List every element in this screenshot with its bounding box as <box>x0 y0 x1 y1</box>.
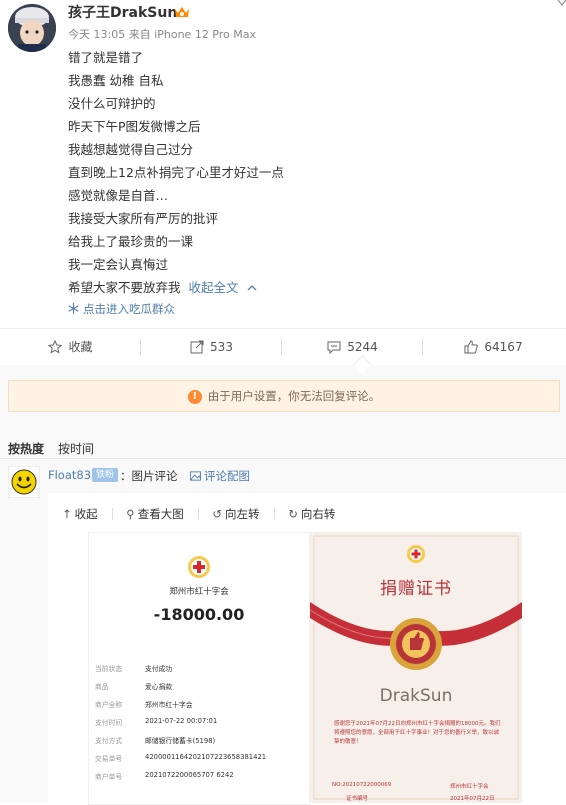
image-icon <box>190 471 201 481</box>
certificate-decoration <box>310 535 522 800</box>
collapse-fulltext-link[interactable]: 收起全文 <box>189 280 257 295</box>
action-bar: 收藏 533 5244 64167 <box>0 328 566 366</box>
post-line: 给我上了最珍贵的一课 <box>68 234 194 249</box>
receipt-org: 郑州市红十字会 <box>169 587 229 597</box>
viewer-toolbar: ↑ 收起 ⚲ 查看大图 ↺ 向左转 ↻ 向右转 <box>62 506 349 522</box>
receipt-row: 商品 爱心捐款 <box>95 683 173 691</box>
post-last-line: 希望大家不要放弃我 <box>68 280 181 295</box>
chevron-up-icon <box>247 285 256 291</box>
post-text: 错了就是错了 我愚蠢 幼稚 自私 没什么可辩护的 昨天下午P图发微博之后 我越想… <box>68 46 284 299</box>
certificate-number: NO:20210722000069 <box>332 782 392 788</box>
post-line: 希望大家不要放弃我 收起全文 <box>68 276 284 299</box>
receipt-row: 商户全称 郑州市红十字会 <box>95 701 193 709</box>
certificate-issuer: 郑州市红十字会 <box>450 784 489 790</box>
post-line: 我一定会认真悔过 <box>68 257 169 272</box>
comment-icon <box>327 341 341 355</box>
snowflake-icon <box>68 303 79 314</box>
post-meta: 今天 13:05 来自 iPhone 12 Pro Max <box>68 28 256 41</box>
repost-button[interactable]: 533 <box>141 329 282 365</box>
receipt-row: 支付方式 邮储银行储蓄卡(5198) <box>95 737 216 745</box>
post-line: 我越想越觉得自己过分 <box>68 142 194 157</box>
red-cross-logo <box>187 555 211 583</box>
post-line: 直到晚上12点补捐完了心里才好过一点 <box>68 165 284 180</box>
divider <box>0 458 566 459</box>
more-options-icon[interactable] <box>556 0 566 7</box>
receipt-amount: -18000.00 <box>153 605 245 624</box>
rotate-left-icon: ↺ <box>212 507 223 521</box>
reply-disabled-notice: ! 由于用户设置，你无法回复评论。 <box>8 380 560 412</box>
post-line: 我接受大家所有严厉的批评 <box>68 211 219 226</box>
certificate-title: 捐赠证书 <box>380 579 452 599</box>
receipt-row: 商户单号 2021072200065707 6242 <box>95 771 234 781</box>
post-line: 感觉就像是自首… <box>68 188 169 203</box>
warning-icon: ! <box>187 390 202 404</box>
comment-image-link[interactable]: 评论配图 <box>190 468 250 484</box>
rotate-right-button[interactable]: ↻ 向右转 <box>288 506 335 522</box>
commenter-avatar[interactable] <box>7 465 41 499</box>
favorite-button[interactable]: 收藏 <box>0 329 141 365</box>
post-line: 没什么可辩护的 <box>68 96 156 111</box>
vip-crown-icon[interactable] <box>174 4 190 18</box>
comment-text: ：图片评论 <box>120 469 178 483</box>
receipt-row: 支付时间 2021-07-22 00:07:01 <box>95 717 218 727</box>
thumbs-up-icon <box>464 340 479 354</box>
certificate-body: 感谢您于2021年07月22日向郑州市红十字会捐赠的18000元。我们将遵照您的… <box>334 721 501 745</box>
magnifier-icon: ⚲ <box>126 507 135 521</box>
rotate-right-icon: ↻ <box>288 507 298 521</box>
post-line: 我愚蠢 幼稚 自私 <box>68 73 164 88</box>
certificate-number-caption: 证书编号 <box>346 796 369 802</box>
donation-certificate-image[interactable]: 捐赠证书 DrakSun 感谢您于2021年07月22日向郑州市红十字会捐赠的1… <box>310 532 522 803</box>
fans-group-link[interactable]: 点击进入吃瓜群众 <box>68 301 175 317</box>
commenter-name[interactable]: Float83 <box>48 468 91 482</box>
receipt-row: 交易单号 4200001164202107223658381421 <box>95 753 267 763</box>
rotate-left-button[interactable]: ↺ 向左转 <box>212 506 259 522</box>
like-button[interactable]: 64167 <box>423 329 564 365</box>
post-line: 昨天下午P图发微博之后 <box>68 119 201 134</box>
collapse-image-button[interactable]: ↑ 收起 <box>62 506 98 522</box>
view-large-button[interactable]: ⚲ 查看大图 <box>126 506 183 522</box>
certificate-holder: DrakSun <box>379 686 453 706</box>
arrow-up-icon: ↑ <box>62 507 72 521</box>
certificate-date: 2021年07月22日 <box>450 796 495 802</box>
star-icon <box>48 339 63 354</box>
post-line: 错了就是错了 <box>68 50 144 65</box>
fan-badge: 铁粉 <box>92 468 118 482</box>
sort-by-hot-tab[interactable]: 按热度 <box>8 442 44 456</box>
username[interactable]: 孩子王DrakSun <box>68 2 177 22</box>
comment-sort-tabs: 按热度 按时间 <box>8 440 108 457</box>
receipt-row: 当前状态 支付成功 <box>95 665 173 673</box>
repost-icon <box>190 340 204 354</box>
payment-receipt-image[interactable]: 郑州市红十字会 -18000.00 当前状态 支付成功 商品 爱心捐款 商户全称 郑州… <box>88 532 310 805</box>
comment-button[interactable]: 5244 <box>282 329 423 365</box>
sort-by-time-tab[interactable]: 按时间 <box>58 442 94 456</box>
user-avatar[interactable] <box>8 4 56 52</box>
